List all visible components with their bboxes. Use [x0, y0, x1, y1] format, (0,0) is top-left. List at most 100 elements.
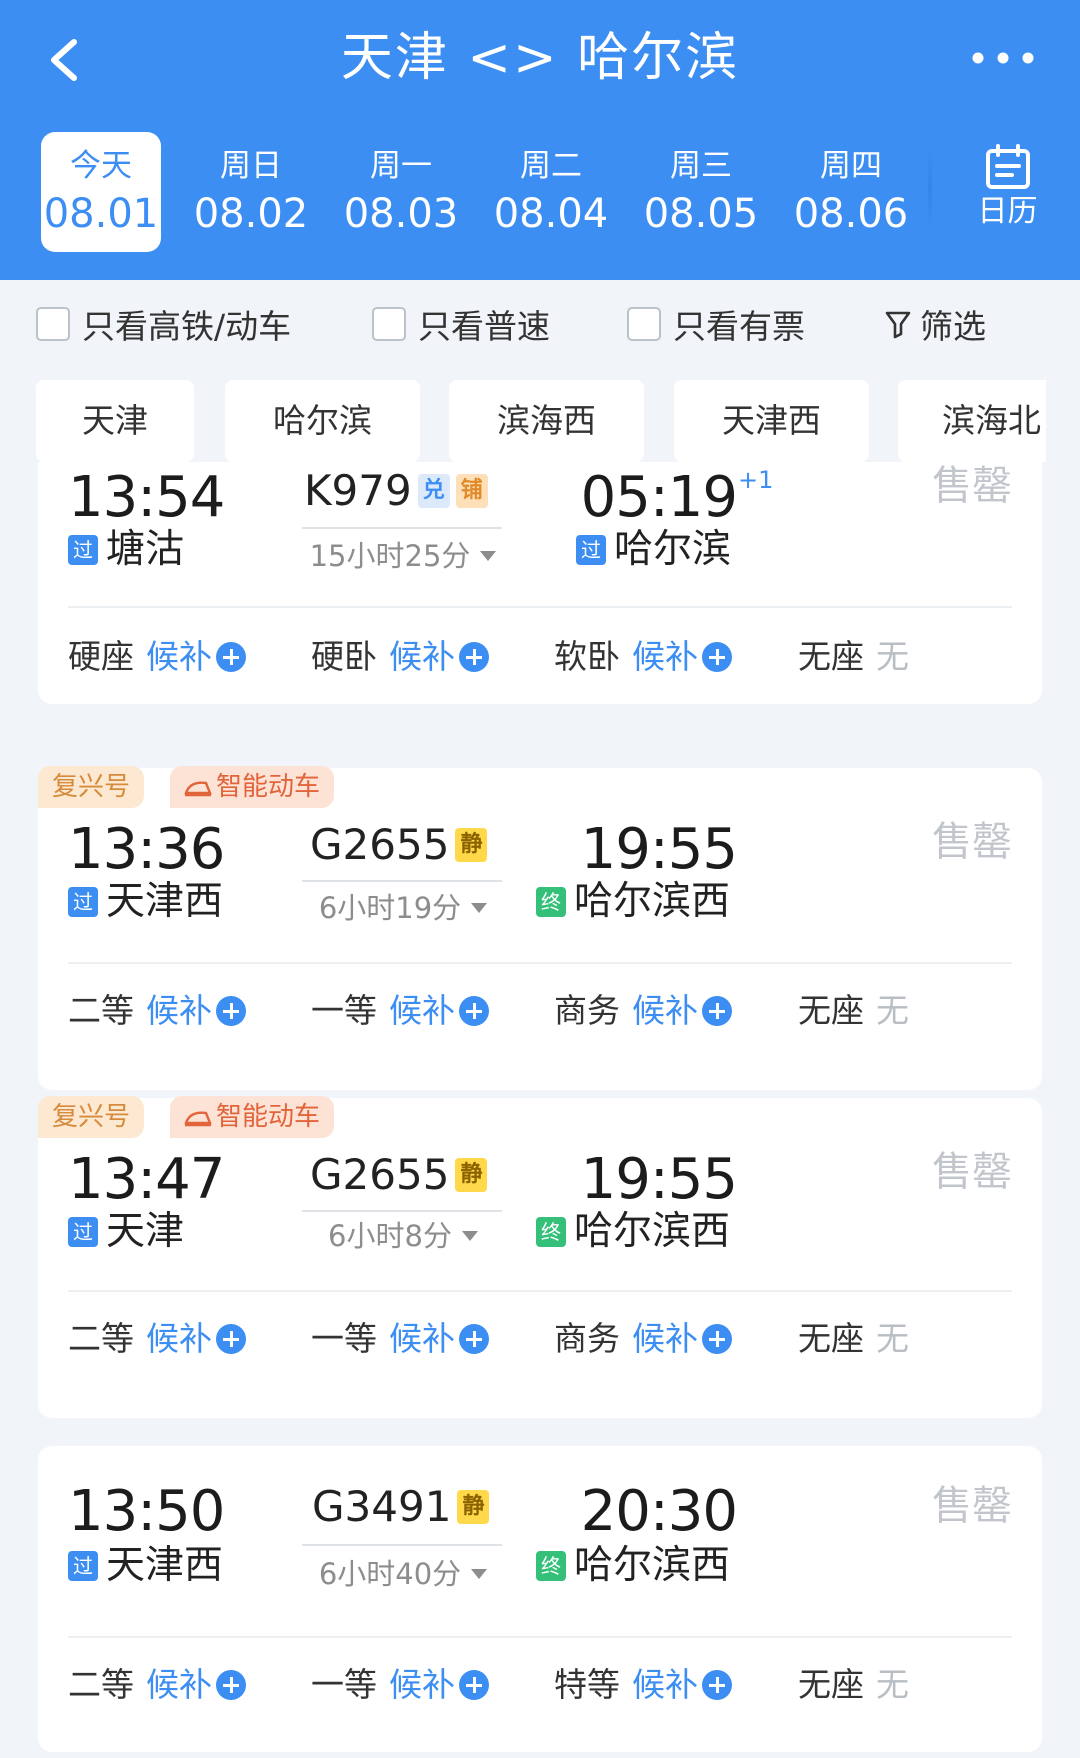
- date-tab[interactable]: 周三 08.05: [641, 132, 761, 252]
- date-tab[interactable]: 周四 08.06: [791, 132, 911, 252]
- sold-out-status: 售罄: [932, 1149, 1012, 1195]
- seat-option[interactable]: 二等 候补: [68, 1314, 246, 1364]
- station-name: 哈尔滨西: [574, 1543, 731, 1588]
- duration[interactable]: 6小时8分: [278, 1218, 528, 1254]
- nav-bar: 天津 <> 哈尔滨: [0, 0, 1080, 120]
- station-name: 哈尔滨西: [574, 879, 731, 924]
- checkbox-label: 只看高铁/动车: [82, 307, 292, 346]
- train-card[interactable]: 复兴号 智能动车 13:47 过 天津 G2655 静 6小时8分 19:55 …: [38, 1096, 1042, 1418]
- train-code: G2655: [310, 820, 450, 869]
- sold-out-status: 售罄: [932, 1483, 1012, 1529]
- train-card[interactable]: 13:50 过 天津西 G3491 静 6小时40分 20:30 终 哈尔滨西 …: [38, 1446, 1042, 1752]
- date-tab[interactable]: 周日 08.02: [191, 132, 311, 252]
- pass-badge: 过: [576, 535, 606, 565]
- seat-option: 无座无: [798, 632, 909, 682]
- add-icon: [216, 1670, 246, 1700]
- date-tab-today[interactable]: 今天 08.01: [41, 132, 161, 252]
- station-chip[interactable]: 天津: [36, 380, 194, 462]
- date-weekday: 周四: [820, 148, 882, 184]
- date-value: 08.01: [43, 191, 159, 237]
- station-name: 天津: [106, 1209, 185, 1254]
- add-icon: [459, 1670, 489, 1700]
- duration-text: 6小时40分: [318, 1557, 462, 1591]
- seat-type: 一等: [311, 991, 377, 1030]
- station-chip[interactable]: 天津西: [674, 380, 869, 462]
- seat-option[interactable]: 软卧 候补: [554, 632, 732, 682]
- add-icon: [216, 996, 246, 1026]
- checkbox-label: 只看普速: [418, 307, 550, 346]
- seat-type: 商务: [554, 991, 620, 1030]
- seat-option[interactable]: 商务 候补: [554, 1314, 732, 1364]
- date-value: 08.05: [643, 191, 759, 237]
- calendar-icon: [985, 144, 1030, 189]
- seat-option[interactable]: 一等 候补: [311, 986, 489, 1036]
- duration-line: [302, 527, 502, 529]
- top-header: 天津 <> 哈尔滨 今天 08.01 周日 08.02 周一 08.03 周二 …: [0, 0, 1080, 280]
- calendar-button[interactable]: 日历: [955, 144, 1060, 244]
- seat-type: 硬卧: [311, 637, 377, 676]
- add-icon: [702, 1324, 732, 1354]
- page-title: 天津 <> 哈尔滨: [340, 28, 740, 88]
- station-chip[interactable]: 滨海北: [898, 380, 1046, 462]
- depart-time: 13:47: [68, 1147, 225, 1212]
- waitlist-label: 候补: [389, 991, 455, 1030]
- train-card[interactable]: 13:54 过 塘沽 K979 兑 铺 15小时25分 05:19 +1 过 哈…: [38, 462, 1042, 704]
- seat-option[interactable]: 特等 候补: [554, 1660, 732, 1710]
- add-icon: [459, 996, 489, 1026]
- checkbox-box: [372, 307, 406, 341]
- duration[interactable]: 15小时25分: [278, 538, 528, 574]
- seat-type: 无座: [798, 1665, 864, 1704]
- depart-time: 13:54: [68, 465, 225, 530]
- duration[interactable]: 6小时40分: [278, 1556, 528, 1592]
- train-card[interactable]: 复兴号 智能动车 13:36 过 天津西 G2655 静 6小时19分 19:5…: [38, 766, 1042, 1090]
- waitlist-label: 候补: [146, 1665, 212, 1704]
- seat-option[interactable]: 一等 候补: [311, 1660, 489, 1710]
- terminal-badge: 终: [536, 1551, 566, 1581]
- waitlist-label: 候补: [632, 991, 698, 1030]
- station-name: 天津西: [106, 879, 224, 924]
- pass-badge: 过: [68, 1551, 98, 1581]
- seat-option[interactable]: 硬卧 候补: [311, 632, 489, 682]
- caret-down-icon: [461, 1231, 478, 1241]
- seat-option[interactable]: 二等 候补: [68, 1660, 246, 1710]
- train-number: G2655 静: [310, 820, 488, 870]
- normal-speed-only-checkbox[interactable]: 只看普速: [372, 304, 550, 346]
- smart-emu-tag: 智能动车: [170, 1096, 335, 1138]
- high-speed-only-checkbox[interactable]: 只看高铁/动车: [36, 304, 291, 346]
- filter-bar: 只看高铁/动车 只看普速 只看有票 筛选: [0, 290, 1080, 350]
- available-only-checkbox[interactable]: 只看有票: [627, 304, 805, 346]
- station-chip[interactable]: 滨海西: [449, 380, 644, 462]
- seat-option[interactable]: 一等 候补: [311, 1314, 489, 1364]
- arrive-station: 终 哈尔滨西: [536, 878, 730, 926]
- waitlist-label: 候补: [632, 1319, 698, 1358]
- seat-type: 硬座: [68, 637, 134, 676]
- seat-row: 硬座 候补 硬卧 候补 软卧 候补 无座无: [68, 632, 1018, 682]
- pass-badge: 过: [68, 887, 98, 917]
- more-button[interactable]: [968, 40, 1038, 76]
- date-tab[interactable]: 周一 08.03: [341, 132, 461, 252]
- divider: [68, 606, 1012, 608]
- waitlist-label: 候补: [146, 991, 212, 1030]
- divider: [68, 1290, 1012, 1292]
- date-weekday: 周二: [520, 148, 582, 184]
- seat-type: 一等: [311, 1665, 377, 1704]
- seat-option[interactable]: 二等 候补: [68, 986, 246, 1036]
- train-code: G3491: [312, 1482, 452, 1531]
- waitlist-label: 候补: [146, 637, 212, 676]
- seat-option[interactable]: 商务 候补: [554, 986, 732, 1036]
- waitlist-label: 候补: [389, 1319, 455, 1358]
- seat-option[interactable]: 硬座 候补: [68, 632, 246, 682]
- seat-row: 二等 候补 一等 候补 商务 候补 无座无: [68, 1314, 1018, 1364]
- seat-availability: 无: [876, 1665, 909, 1704]
- sleeper-tag: 铺: [455, 474, 488, 508]
- arrive-time: 05:19: [580, 465, 738, 530]
- station-chip[interactable]: 哈尔滨: [225, 380, 420, 462]
- filter-button[interactable]: 筛选: [884, 304, 986, 346]
- duration[interactable]: 6小时19分: [278, 890, 528, 926]
- train-number: K979 兑 铺: [304, 466, 488, 516]
- pass-badge: 过: [68, 535, 98, 565]
- depart-station: 过 天津: [68, 1208, 184, 1256]
- arrive-time: 19:55: [580, 817, 738, 882]
- date-tab[interactable]: 周二 08.04: [491, 132, 611, 252]
- quiet-car-tag: 静: [455, 1158, 488, 1192]
